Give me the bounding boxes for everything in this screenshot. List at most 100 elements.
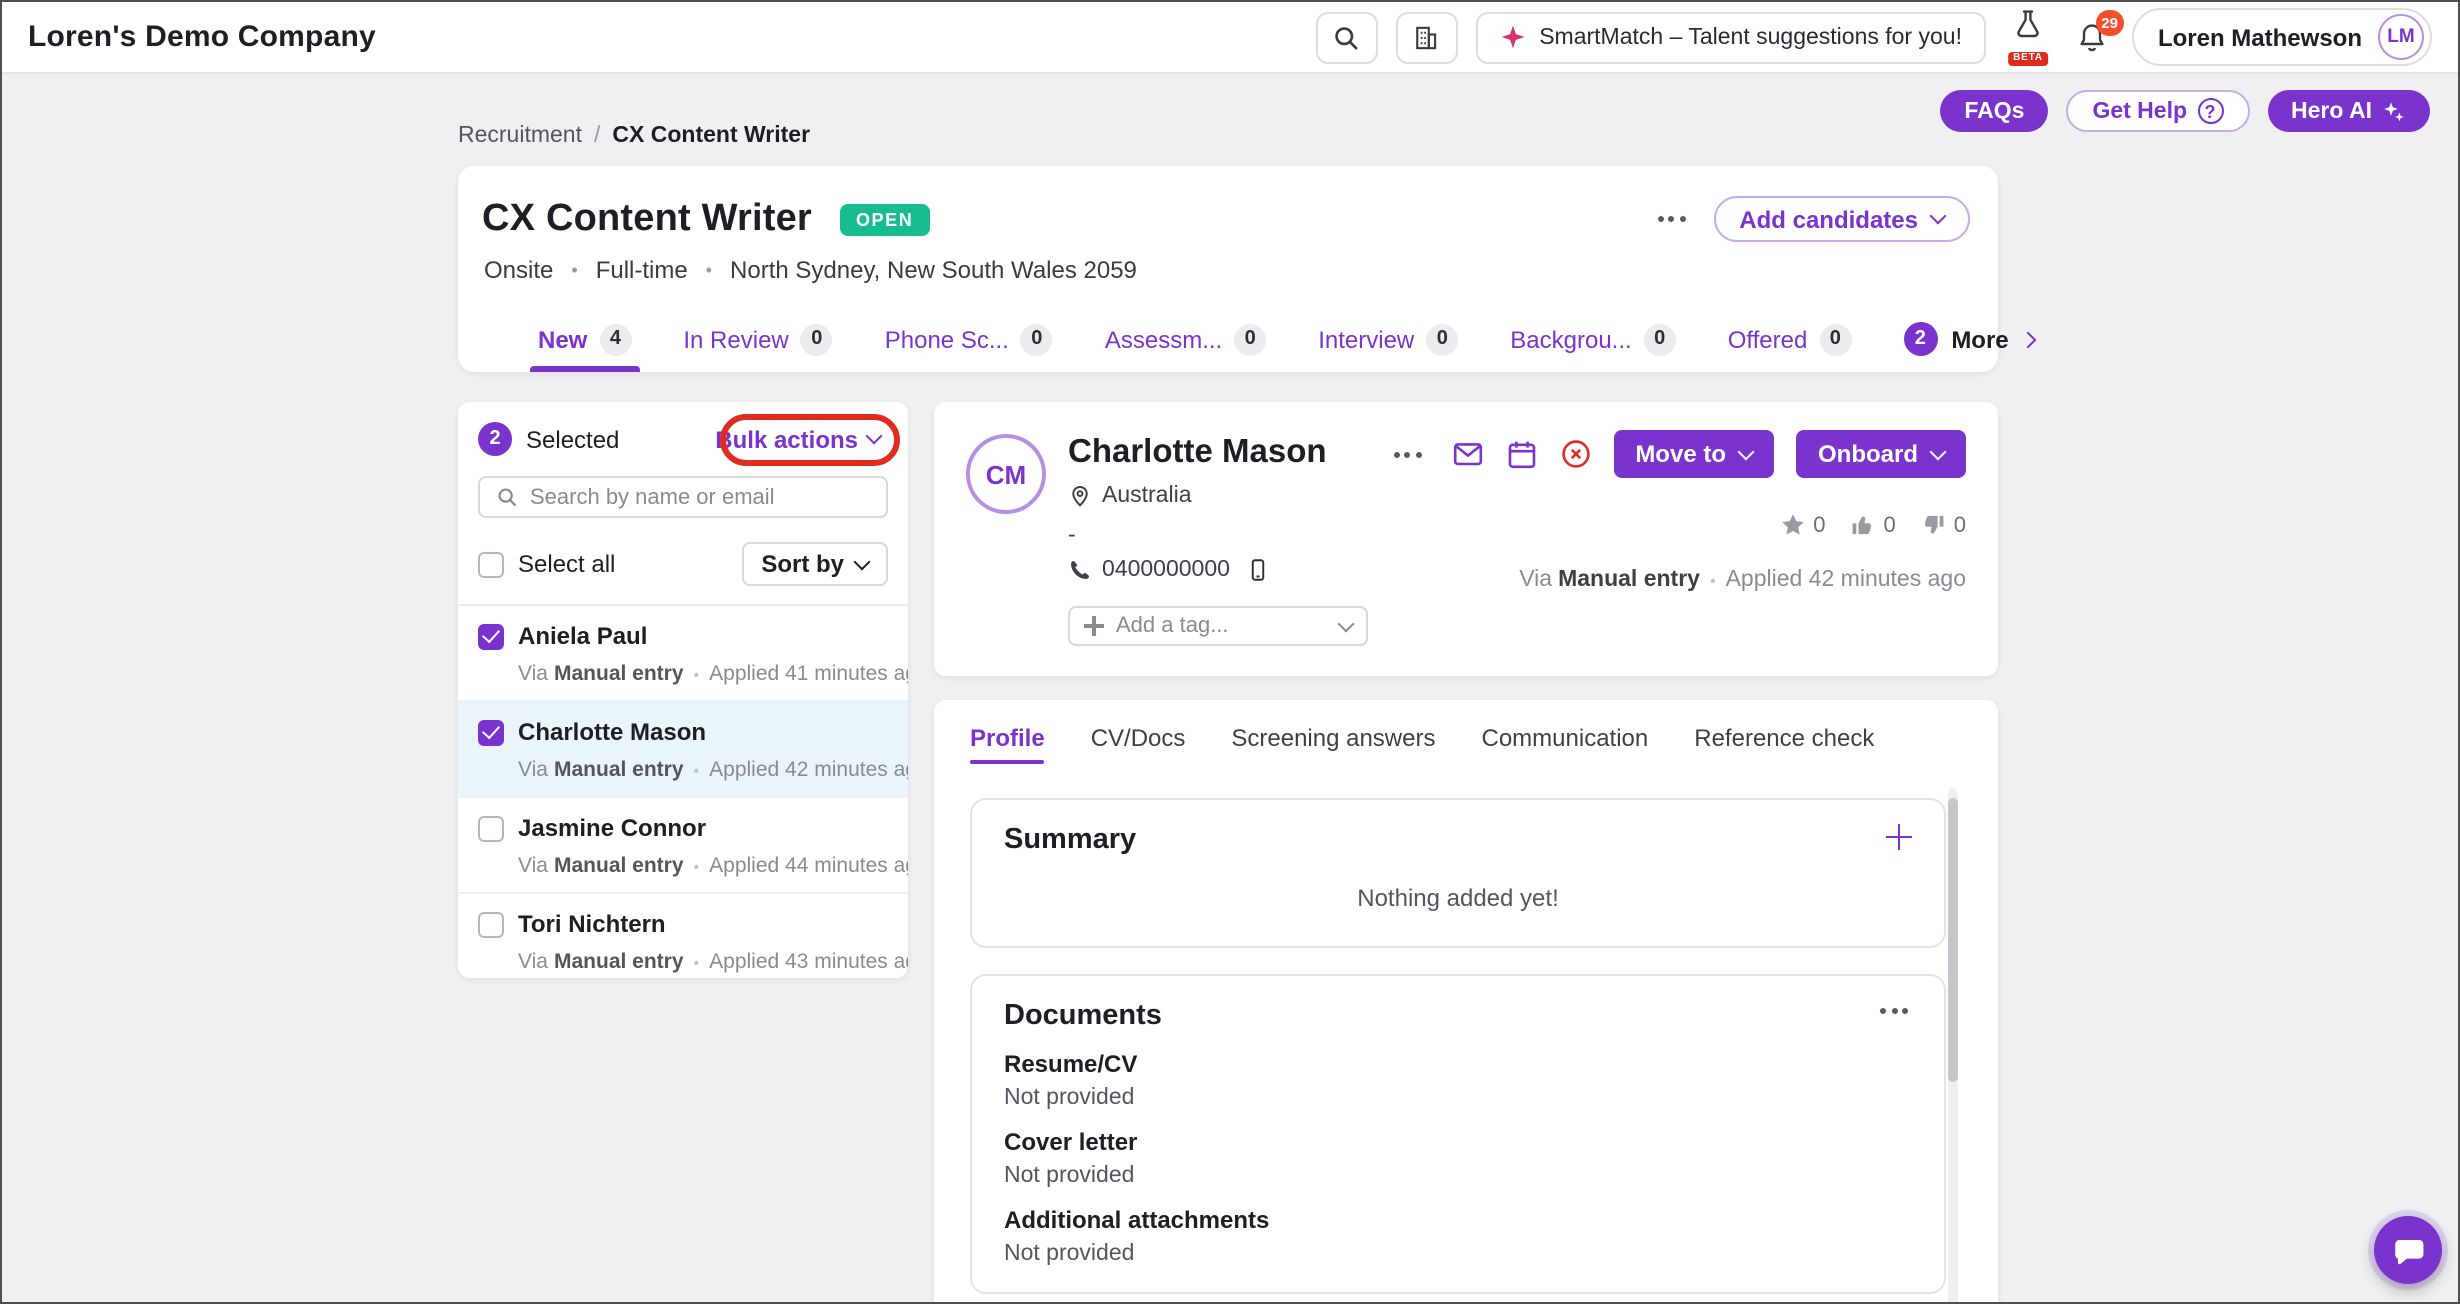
reject-candidate-button[interactable] [1559, 438, 1591, 470]
move-to-button[interactable]: Move to [1613, 430, 1774, 478]
thumb-up-icon [1850, 512, 1876, 538]
faqs-label: FAQs [1964, 99, 2024, 123]
stage-tab-count: 0 [1234, 323, 1266, 355]
stage-tab-offered[interactable]: Offered 0 [1728, 306, 1852, 372]
beta-features-button[interactable]: BETA [2004, 8, 2052, 66]
star-icon [1779, 512, 1805, 538]
tab-label: Screening answers [1231, 724, 1435, 752]
stage-tab-count: 0 [1021, 323, 1053, 355]
plus-icon [1084, 616, 1104, 636]
more-stages-button[interactable]: 2 More [1903, 322, 2034, 356]
job-more-actions-button[interactable] [1649, 208, 1693, 230]
notifications-button[interactable]: 29 [2076, 21, 2108, 53]
bulk-actions-button[interactable]: Bulk actions [715, 425, 888, 453]
user-menu[interactable]: Loren Mathewson LM [2132, 8, 2432, 66]
thumbs-up-button[interactable]: 0 [1850, 512, 1896, 538]
sort-by-button[interactable]: Sort by [741, 542, 888, 586]
hero-ai-button[interactable]: Hero AI [2267, 90, 2430, 132]
get-help-button[interactable]: Get Help ? [2066, 90, 2249, 132]
source-label: Manual entry [554, 662, 684, 686]
candidate-name: Tori Nichtern [518, 910, 666, 938]
thumbs-up-count: 0 [1884, 513, 1896, 537]
list-item-tori-nichtern[interactable]: Tori Nichtern ViaManual entryApplied 43 … [458, 894, 908, 978]
tab-label: Reference check [1694, 724, 1874, 752]
candidate-detail-header: CM Charlotte Mason Australia - 040000000… [934, 402, 1998, 676]
candidate-checkbox[interactable] [478, 719, 504, 745]
add-candidates-button[interactable]: Add candidates [1713, 196, 1970, 242]
stage-tab-label: Phone Sc... [885, 325, 1009, 353]
thumbs-down-button[interactable]: 0 [1920, 512, 1966, 538]
bulk-actions-label: Bulk actions [715, 425, 858, 453]
documents-section: Documents Resume/CV Not provided Cover l… [970, 974, 1946, 1294]
more-stages-count: 2 [1903, 322, 1937, 356]
notification-count-badge: 29 [2095, 9, 2124, 35]
chevron-down-icon [1930, 443, 1947, 460]
candidate-checkbox[interactable] [478, 623, 504, 649]
stage-tab-in-review[interactable]: In Review 0 [683, 306, 832, 372]
stage-tab-count: 0 [1426, 323, 1458, 355]
source-label: Manual entry [554, 854, 684, 878]
stage-tab-phone-screen[interactable]: Phone Sc... 0 [885, 306, 1053, 372]
sort-by-label: Sort by [761, 550, 844, 578]
job-header-card: CX Content Writer OPEN Add candidates On… [458, 166, 1998, 372]
stage-tab-count: 4 [599, 323, 631, 355]
job-status-badge: OPEN [840, 203, 929, 235]
stage-tab-assessment[interactable]: Assessm... 0 [1105, 306, 1266, 372]
profile-tabs: Profile CV/Docs Screening answers Commun… [934, 700, 1998, 776]
stage-tab-background[interactable]: Backgrou... 0 [1510, 306, 1675, 372]
star-count: 0 [1813, 513, 1825, 537]
thumb-down-icon [1920, 512, 1946, 538]
stage-tab-label: Offered [1728, 325, 1808, 353]
list-item-jasmine-connor[interactable]: Jasmine Connor ViaManual entryApplied 44… [458, 798, 908, 894]
stage-tab-label: Interview [1318, 325, 1414, 353]
smartmatch-icon [1499, 24, 1525, 50]
chat-launcher-button[interactable] [2374, 1216, 2442, 1284]
smartmatch-button[interactable]: SmartMatch – Talent suggestions for you! [1475, 11, 1986, 63]
tab-label: CV/Docs [1091, 724, 1186, 752]
list-item-aniela-paul[interactable]: Aniela Paul ViaManual entryApplied 41 mi… [458, 606, 908, 702]
search-button[interactable] [1315, 11, 1377, 63]
user-name: Loren Mathewson [2158, 23, 2362, 51]
email-candidate-button[interactable] [1451, 438, 1483, 470]
document-label: Additional attachments [1004, 1206, 1912, 1234]
schedule-interview-button[interactable] [1505, 438, 1537, 470]
move-to-label: Move to [1635, 440, 1726, 468]
tab-cv-docs[interactable]: CV/Docs [1091, 700, 1186, 776]
source-label: Manual entry [554, 950, 684, 974]
question-icon: ? [2197, 98, 2223, 124]
candidate-more-actions-button[interactable] [1385, 443, 1429, 465]
breadcrumb-recruitment[interactable]: Recruitment [458, 124, 582, 148]
tab-communication[interactable]: Communication [1482, 700, 1649, 776]
tab-profile[interactable]: Profile [970, 700, 1045, 776]
organisation-button[interactable] [1395, 11, 1457, 63]
candidate-avatar: CM [966, 434, 1046, 514]
faqs-button[interactable]: FAQs [1940, 90, 2048, 132]
company-name: Loren's Demo Company [28, 20, 376, 54]
smartmatch-label: SmartMatch – Talent suggestions for you! [1539, 25, 1962, 49]
select-all-checkbox[interactable] [478, 551, 504, 577]
candidate-source-row: ViaManual entryApplied 42 minutes ago [1519, 568, 1966, 592]
stage-tab-interview[interactable]: Interview 0 [1318, 306, 1458, 372]
applied-label: Applied 43 minutes ago [684, 950, 908, 974]
tab-reference-check[interactable]: Reference check [1694, 700, 1874, 776]
job-title: CX Content Writer [482, 197, 812, 241]
more-stages-label: More [1951, 325, 2008, 353]
tab-screening-answers[interactable]: Screening answers [1231, 700, 1435, 776]
star-rating-button[interactable]: 0 [1779, 512, 1825, 538]
thumbs-down-count: 0 [1954, 513, 1966, 537]
candidate-checkbox[interactable] [478, 815, 504, 841]
onboard-button[interactable]: Onboard [1796, 430, 1966, 478]
candidate-search-input[interactable] [530, 485, 870, 509]
candidate-name: Aniela Paul [518, 622, 647, 650]
candidate-checkbox[interactable] [478, 911, 504, 937]
list-item-charlotte-mason[interactable]: Charlotte Mason ViaManual entryApplied 4… [458, 702, 908, 798]
breadcrumb-current: CX Content Writer [612, 124, 810, 148]
add-summary-button[interactable] [1886, 824, 1912, 850]
job-location: North Sydney, New South Wales 2059 [688, 256, 1137, 284]
scrollbar-thumb[interactable] [1948, 798, 1958, 1082]
documents-more-button[interactable] [1872, 1000, 1916, 1022]
stage-tab-new[interactable]: New 4 [538, 306, 631, 372]
phone-icon [1068, 558, 1092, 582]
get-help-label: Get Help [2092, 99, 2187, 123]
add-tag-dropdown[interactable]: Add a tag... [1068, 606, 1368, 646]
